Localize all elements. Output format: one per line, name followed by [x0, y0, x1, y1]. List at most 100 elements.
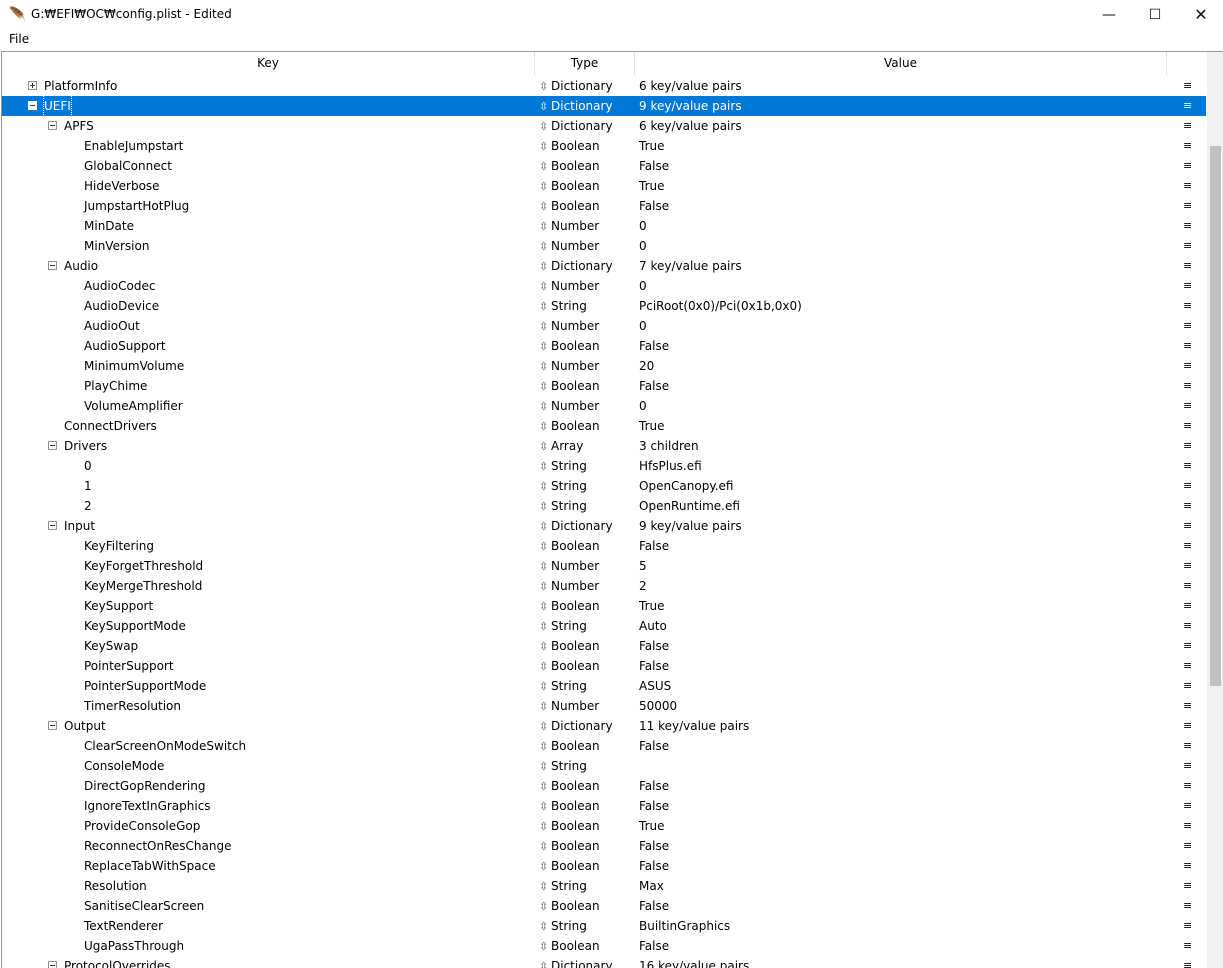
row-type[interactable]: ⇳ Number [539, 576, 599, 597]
row-key[interactable]: DirectGopRendering [84, 776, 205, 796]
row-menu-icon[interactable]: ≡ [1183, 916, 1192, 936]
row-value[interactable]: 7 key/value pairs [639, 256, 742, 276]
row-key[interactable]: VolumeAmplifier [84, 396, 183, 416]
row-type[interactable]: ⇳ Boolean [539, 656, 600, 677]
tree-row[interactable]: VolumeAmplifier ⇳ Number 0 ≡ [2, 396, 1206, 416]
row-menu-icon[interactable]: ≡ [1183, 476, 1192, 496]
row-type[interactable]: ⇳ Array [539, 436, 583, 457]
row-type[interactable]: ⇳ Boolean [539, 596, 600, 617]
tree-row[interactable]: AudioOut ⇳ Number 0 ≡ [2, 316, 1206, 336]
row-value[interactable]: False [639, 856, 669, 876]
row-value[interactable]: False [639, 376, 669, 396]
row-menu-icon[interactable]: ≡ [1183, 416, 1192, 436]
up-down-arrows-icon[interactable]: ⇳ [539, 517, 551, 537]
row-key[interactable]: AudioDevice [84, 296, 159, 316]
row-type[interactable]: ⇳ String [539, 756, 587, 777]
row-value[interactable]: 11 key/value pairs [639, 716, 749, 736]
row-key[interactable]: PlayChime [84, 376, 147, 396]
row-menu-icon[interactable]: ≡ [1183, 76, 1192, 96]
row-key[interactable]: AudioSupport [84, 336, 166, 356]
row-type[interactable]: ⇳ String [539, 296, 587, 317]
column-header-type[interactable]: Type [535, 52, 635, 75]
up-down-arrows-icon[interactable]: ⇳ [539, 257, 551, 277]
row-key[interactable]: 0 [84, 456, 92, 476]
collapse-icon[interactable] [48, 721, 57, 730]
row-value[interactable]: 0 [639, 316, 647, 336]
row-type[interactable]: ⇳ String [539, 676, 587, 697]
tree-row[interactable]: ConsoleMode ⇳ String ≡ [2, 756, 1206, 776]
up-down-arrows-icon[interactable]: ⇳ [539, 797, 551, 817]
row-type[interactable]: ⇳ Boolean [539, 936, 600, 957]
row-type[interactable]: ⇳ String [539, 456, 587, 477]
row-type[interactable]: ⇳ Boolean [539, 176, 600, 197]
tree-row[interactable]: ConnectDrivers ⇳ Boolean True ≡ [2, 416, 1206, 436]
row-type[interactable]: ⇳ Dictionary [539, 716, 613, 737]
row-key[interactable]: Resolution [84, 876, 147, 896]
row-type[interactable]: ⇳ Boolean [539, 796, 600, 817]
row-value[interactable]: HfsPlus.efi [639, 456, 702, 476]
row-value[interactable]: 0 [639, 396, 647, 416]
row-value[interactable]: 9 key/value pairs [639, 516, 742, 536]
row-key[interactable]: KeyFiltering [84, 536, 154, 556]
row-value[interactable]: 6 key/value pairs [639, 76, 742, 96]
row-type[interactable]: ⇳ Boolean [539, 156, 600, 177]
row-value[interactable]: BuiltinGraphics [639, 916, 730, 936]
row-key[interactable]: ConsoleMode [84, 756, 164, 776]
tree-row[interactable]: TimerResolution ⇳ Number 50000 ≡ [2, 696, 1206, 716]
row-value[interactable]: False [639, 896, 669, 916]
tree-row[interactable]: IgnoreTextInGraphics ⇳ Boolean False ≡ [2, 796, 1206, 816]
tree-row[interactable]: MinimumVolume ⇳ Number 20 ≡ [2, 356, 1206, 376]
tree-row[interactable]: Drivers ⇳ Array 3 children ≡ [2, 436, 1206, 456]
row-key[interactable]: KeyMergeThreshold [84, 576, 202, 596]
row-type[interactable]: ⇳ Boolean [539, 196, 600, 217]
up-down-arrows-icon[interactable]: ⇳ [539, 717, 551, 737]
row-menu-icon[interactable]: ≡ [1183, 896, 1192, 916]
up-down-arrows-icon[interactable]: ⇳ [539, 897, 551, 917]
row-key[interactable]: PointerSupport [84, 656, 174, 676]
row-value[interactable]: False [639, 656, 669, 676]
row-key[interactable]: Input [64, 516, 95, 536]
row-key[interactable]: ProtocolOverrides [64, 956, 171, 968]
tree-row[interactable]: HideVerbose ⇳ Boolean True ≡ [2, 176, 1206, 196]
menu-file[interactable]: File [9, 32, 29, 46]
tree-row[interactable]: PlatformInfo ⇳ Dictionary 6 key/value pairs… [2, 76, 1206, 96]
minimize-button[interactable]: — [1086, 0, 1132, 30]
tree-row[interactable]: ProvideConsoleGop ⇳ Boolean True ≡ [2, 816, 1206, 836]
row-value[interactable]: False [639, 776, 669, 796]
row-key[interactable]: SanitiseClearScreen [84, 896, 204, 916]
row-type[interactable]: ⇳ String [539, 616, 587, 637]
row-value[interactable]: False [639, 936, 669, 956]
up-down-arrows-icon[interactable]: ⇳ [539, 657, 551, 677]
row-key[interactable]: KeySwap [84, 636, 138, 656]
row-key[interactable]: TimerResolution [84, 696, 181, 716]
row-type[interactable]: ⇳ Boolean [539, 636, 600, 657]
row-value[interactable]: 5 [639, 556, 647, 576]
tree-row[interactable]: PlayChime ⇳ Boolean False ≡ [2, 376, 1206, 396]
row-menu-icon[interactable]: ≡ [1183, 636, 1192, 656]
row-key[interactable]: AudioCodec [84, 276, 155, 296]
row-key[interactable]: KeyForgetThreshold [84, 556, 203, 576]
row-key[interactable]: Output [64, 716, 106, 736]
row-menu-icon[interactable]: ≡ [1183, 116, 1192, 136]
row-value[interactable]: OpenRuntime.efi [639, 496, 740, 516]
up-down-arrows-icon[interactable]: ⇳ [539, 637, 551, 657]
row-value[interactable]: 16 key/value pairs [639, 956, 749, 968]
column-header-value[interactable]: Value [635, 52, 1167, 75]
row-menu-icon[interactable]: ≡ [1183, 676, 1192, 696]
tree-row[interactable]: Input ⇳ Dictionary 9 key/value pairs ≡ [2, 516, 1206, 536]
row-type[interactable]: ⇳ Number [539, 556, 599, 577]
up-down-arrows-icon[interactable]: ⇳ [539, 677, 551, 697]
row-value[interactable]: True [639, 176, 665, 196]
row-key[interactable]: ReplaceTabWithSpace [84, 856, 216, 876]
row-menu-icon[interactable]: ≡ [1183, 276, 1192, 296]
row-menu-icon[interactable]: ≡ [1183, 256, 1192, 276]
row-type[interactable]: ⇳ Boolean [539, 736, 600, 757]
tree-row[interactable]: KeyForgetThreshold ⇳ Number 5 ≡ [2, 556, 1206, 576]
tree-row[interactable]: 1 ⇳ String OpenCanopy.efi ≡ [2, 476, 1206, 496]
row-key[interactable]: ProvideConsoleGop [84, 816, 200, 836]
up-down-arrows-icon[interactable]: ⇳ [539, 437, 551, 457]
row-type[interactable]: ⇳ Boolean [539, 136, 600, 157]
tree-row[interactable]: KeyFiltering ⇳ Boolean False ≡ [2, 536, 1206, 556]
up-down-arrows-icon[interactable]: ⇳ [539, 77, 551, 97]
row-key[interactable]: HideVerbose [84, 176, 160, 196]
